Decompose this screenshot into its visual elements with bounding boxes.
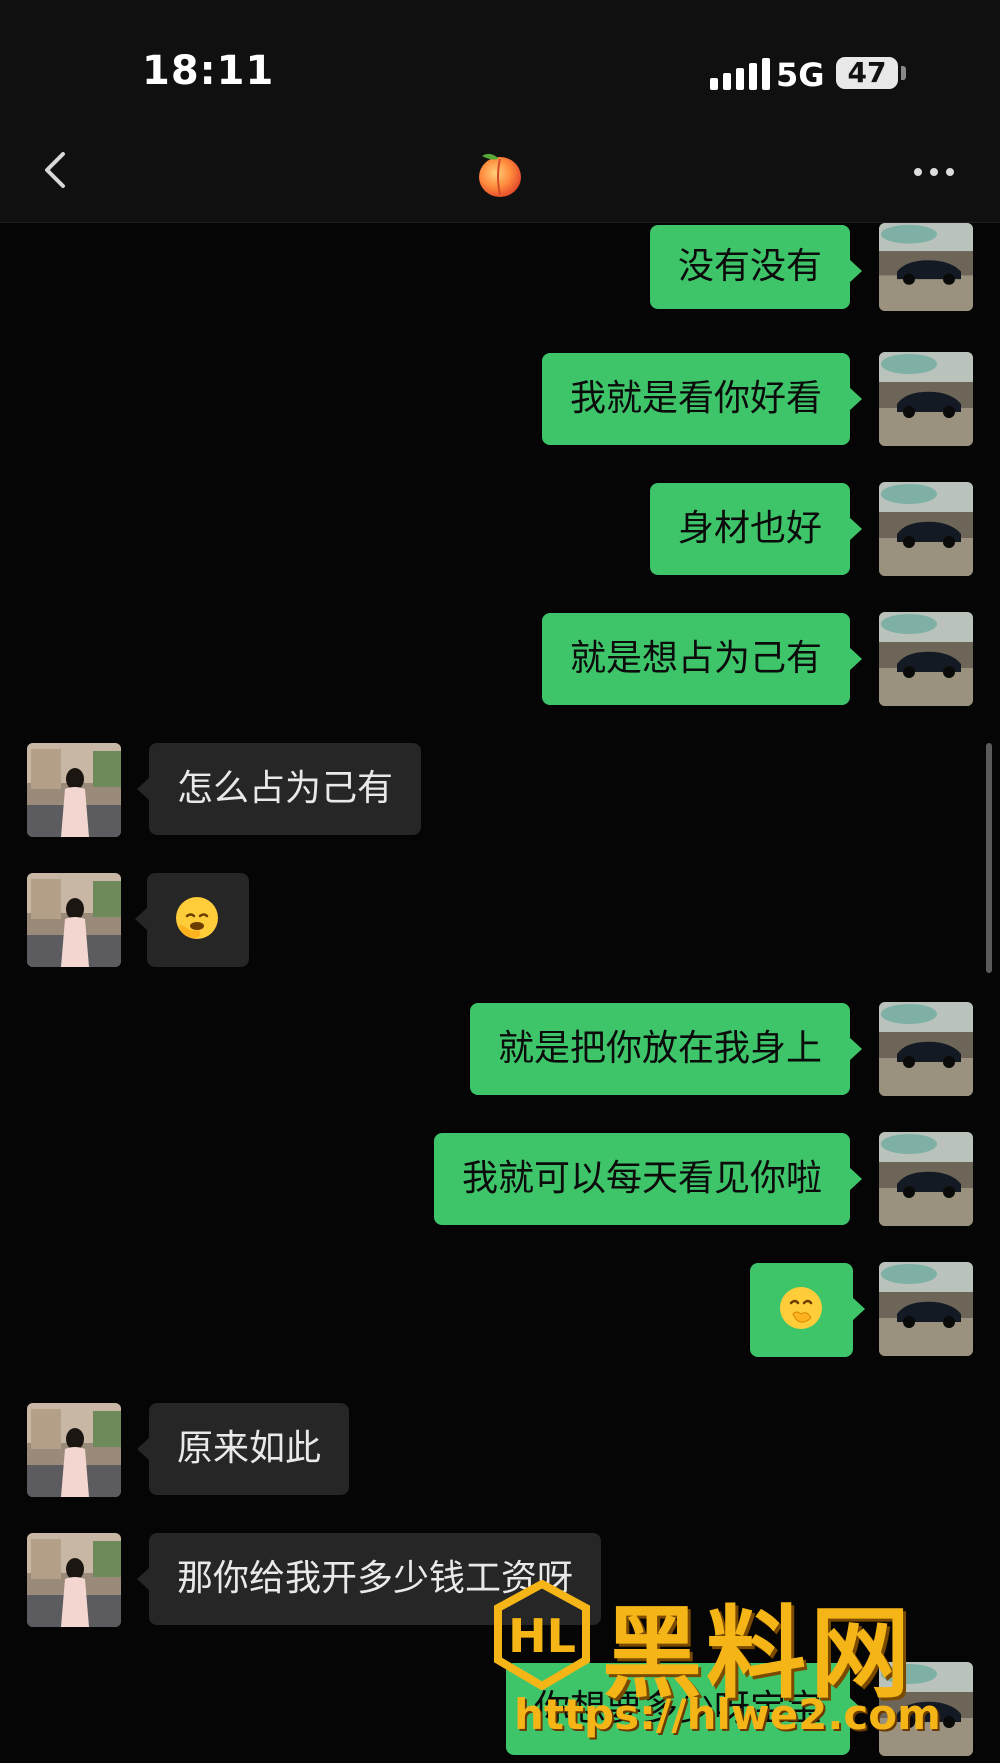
outgoing-bubble[interactable]: 就是把你放在我身上 — [469, 1003, 863, 1095]
my-avatar[interactable] — [879, 1132, 973, 1226]
message-text: 就是把你放在我身上 — [497, 1028, 822, 1069]
contact-avatar[interactable] — [27, 1403, 121, 1497]
message-text: 原来如此 — [177, 1428, 322, 1469]
girl-photo-icon — [27, 743, 121, 837]
facepalm-emoji-icon — [176, 897, 218, 939]
incoming-bubble[interactable]: 原来如此 — [136, 1403, 350, 1495]
car-photo-icon — [879, 1662, 973, 1756]
message-text: 身材也好 — [677, 508, 822, 549]
incoming-bubble[interactable]: 怎么占为己有 — [136, 743, 422, 835]
car-photo-icon — [879, 482, 973, 576]
outgoing-bubble[interactable]: 没有没有 — [649, 225, 863, 309]
chevron-left-icon — [45, 152, 65, 188]
message-text: 就是想占为己有 — [569, 638, 822, 679]
battery-icon: 47 — [836, 57, 898, 89]
car-photo-icon — [879, 1002, 973, 1096]
girl-photo-icon — [27, 1533, 121, 1627]
car-photo-icon — [879, 1132, 973, 1226]
outgoing-bubble[interactable]: 就是想占为己有 — [541, 613, 863, 705]
scrollbar[interactable] — [986, 743, 992, 973]
peach-icon — [479, 153, 521, 197]
battery-level: 47 — [847, 56, 887, 89]
chat-header — [0, 120, 1000, 223]
contact-avatar[interactable] — [27, 743, 121, 837]
message-text: 怎么占为己有 — [177, 768, 394, 809]
outgoing-emoji-bubble[interactable] — [750, 1263, 865, 1357]
my-avatar[interactable] — [879, 1662, 973, 1756]
message-text: 我就可以每天看见你啦 — [461, 1158, 822, 1199]
incoming-emoji-bubble[interactable] — [135, 873, 249, 967]
giggle-emoji-icon — [780, 1287, 822, 1329]
network-type: 5G — [776, 56, 825, 94]
signal-icon — [710, 58, 772, 90]
outgoing-bubble[interactable]: 身材也好 — [649, 483, 863, 575]
status-bar: 18:11 5G 47 — [0, 0, 1000, 120]
back-button[interactable] — [30, 142, 86, 198]
ellipsis-icon — [914, 168, 922, 176]
my-avatar[interactable] — [879, 1002, 973, 1096]
contact-avatar[interactable] — [27, 1533, 121, 1627]
battery-tip — [901, 66, 906, 80]
incoming-bubble[interactable]: 那你给我开多少钱工资呀 — [136, 1533, 602, 1625]
status-time: 18:11 — [142, 48, 275, 94]
my-avatar[interactable] — [879, 612, 973, 706]
chat-screen: 18:11 5G 47 没有没有 我就是看你好看 身材也好 就是想占为己有 怎么… — [0, 0, 1000, 1763]
my-avatar[interactable] — [879, 352, 973, 446]
message-text: 你想要多少呀宝宝 — [533, 1688, 822, 1729]
peach-emoji-title — [474, 148, 526, 200]
contact-avatar[interactable] — [27, 873, 121, 967]
car-photo-icon — [879, 223, 973, 311]
more-options-button[interactable] — [904, 146, 964, 196]
my-avatar[interactable] — [879, 223, 973, 311]
car-photo-icon — [879, 612, 973, 706]
message-text: 那你给我开多少钱工资呀 — [177, 1558, 574, 1599]
outgoing-bubble[interactable]: 你想要多少呀宝宝 — [505, 1663, 863, 1755]
girl-photo-icon — [27, 1403, 121, 1497]
outgoing-bubble[interactable]: 我就可以每天看见你啦 — [433, 1133, 863, 1225]
car-photo-icon — [879, 352, 973, 446]
outgoing-bubble[interactable]: 我就是看你好看 — [541, 353, 863, 445]
message-text: 没有没有 — [677, 246, 822, 287]
my-avatar[interactable] — [879, 1262, 973, 1356]
message-list[interactable]: 没有没有 我就是看你好看 身材也好 就是想占为己有 怎么占为己有 就是把你放在我… — [0, 223, 1000, 1763]
car-photo-icon — [879, 1262, 973, 1356]
message-text: 我就是看你好看 — [569, 378, 822, 419]
my-avatar[interactable] — [879, 482, 973, 576]
girl-photo-icon — [27, 873, 121, 967]
